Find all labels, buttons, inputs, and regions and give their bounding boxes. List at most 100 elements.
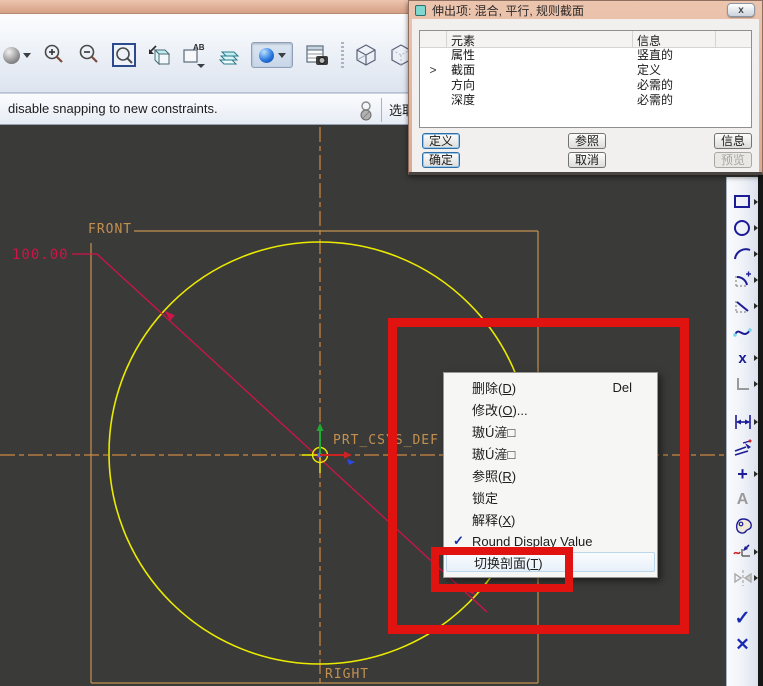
chamfer-tool-button[interactable]	[728, 293, 758, 319]
refit-icon	[111, 42, 137, 68]
rectangle-tool-button[interactable]	[728, 189, 758, 215]
dropdown-caret-icon[interactable]	[278, 53, 286, 58]
flyout-arrow-icon[interactable]	[754, 277, 758, 283]
header-info: 信息	[632, 31, 716, 47]
layers-button[interactable]	[216, 42, 242, 68]
menu-item-lock[interactable]: 锁定	[445, 486, 656, 508]
csys-tool-icon	[732, 374, 754, 394]
menu-item-references[interactable]: 参照(R)	[445, 464, 656, 486]
fillet-icon	[732, 270, 754, 290]
arc-tool-button[interactable]	[728, 241, 758, 267]
layers-icon	[216, 42, 242, 68]
flyout-arrow-icon[interactable]	[754, 549, 758, 555]
toolbar-separator	[341, 42, 344, 68]
ok-button[interactable]: 确定	[422, 152, 460, 168]
dimension-arrowhead	[164, 311, 175, 321]
flyout-arrow-icon[interactable]	[754, 419, 758, 425]
application-window: AB	[0, 0, 763, 686]
view-manager-icon	[303, 42, 331, 68]
dimension-tool-button[interactable]	[728, 409, 758, 435]
table-row[interactable]: 属性 竖直的	[420, 48, 751, 63]
dropdown-caret-icon[interactable]	[23, 53, 31, 58]
flyout-arrow-icon[interactable]	[754, 251, 758, 257]
status-separator	[381, 98, 382, 122]
refit-button[interactable]	[111, 42, 137, 68]
menu-item-garbled-2[interactable]: 璈Ú滻□	[445, 442, 656, 464]
dialog-icon	[415, 5, 426, 16]
trim-tool-button[interactable]	[728, 539, 758, 565]
spline-icon	[732, 322, 754, 342]
menu-item-garbled-1[interactable]: 璈Ú滻□	[445, 420, 656, 442]
right-datum-label[interactable]: RIGHT	[325, 667, 369, 682]
zoom-out-icon	[77, 43, 101, 67]
text-tool-icon: A	[737, 492, 749, 508]
spin-center-sphere-button[interactable]	[2, 42, 32, 68]
info-button[interactable]: 信息	[714, 133, 752, 149]
appearance-ball-icon	[259, 48, 274, 63]
fillet-tool-button[interactable]	[728, 267, 758, 293]
coordinate-system-tool-button[interactable]	[728, 371, 758, 397]
dimension-value[interactable]: 100.00	[12, 247, 69, 263]
quit-x-icon: ✕	[735, 636, 749, 653]
divide-tool-button[interactable]: +	[728, 461, 758, 487]
mirror-icon	[732, 568, 754, 588]
svg-text:AB: AB	[193, 43, 205, 52]
preview-button: 预览	[714, 152, 752, 168]
dialog-body: 元素 信息 属性 竖直的 > 截面 定义 方向 必需的	[412, 19, 759, 172]
front-datum-label[interactable]: FRONT	[88, 222, 132, 237]
table-row[interactable]: > 截面 定义	[420, 63, 751, 78]
menu-item-modify[interactable]: 修改(O)...	[445, 398, 656, 420]
trim-icon	[732, 542, 754, 562]
point-tool-button[interactable]: x	[728, 345, 758, 371]
dialog-titlebar[interactable]: 伸出项: 混合, 平行, 规则截面 x	[409, 1, 762, 19]
wireframe-icon	[354, 43, 378, 67]
define-button[interactable]: 定义	[422, 133, 460, 149]
appearance-button[interactable]	[251, 42, 293, 68]
zoom-out-button[interactable]	[76, 42, 102, 68]
rename-icon: AB	[181, 42, 207, 68]
feature-dialog: 伸出项: 混合, 平行, 规则截面 x 元素 信息 属性 竖直的 > 截面 定义	[408, 0, 763, 175]
sketcher-toolbar: x +	[726, 177, 758, 686]
spline-tool-button[interactable]	[728, 319, 758, 345]
quit-button[interactable]: ✕	[728, 631, 758, 657]
plus-icon: +	[737, 465, 748, 483]
modify-icon	[732, 438, 754, 458]
text-tool-button[interactable]: A	[728, 487, 758, 513]
done-button[interactable]: ✓	[728, 605, 758, 631]
flyout-arrow-icon[interactable]	[754, 355, 758, 361]
zoom-in-button[interactable]	[41, 42, 67, 68]
table-row[interactable]: 方向 必需的	[420, 78, 751, 93]
view-manager-button[interactable]	[302, 42, 332, 68]
flyout-arrow-icon[interactable]	[754, 303, 758, 309]
sphere-icon	[3, 47, 20, 64]
dialog-title: 伸出项: 混合, 平行, 规则截面	[432, 2, 584, 19]
close-button[interactable]: x	[727, 3, 755, 17]
table-row[interactable]: 深度 必需的	[420, 93, 751, 108]
mirror-tool-button[interactable]	[728, 565, 758, 591]
zoom-in-icon	[42, 43, 66, 67]
snap-ball-icon[interactable]	[358, 98, 374, 122]
flyout-arrow-icon[interactable]	[754, 471, 758, 477]
repaint-button[interactable]	[146, 42, 172, 68]
menu-shortcut: Del	[612, 380, 646, 395]
rename-button[interactable]: AB	[181, 42, 207, 68]
flyout-arrow-icon[interactable]	[754, 381, 758, 387]
wireframe-display-button[interactable]	[353, 42, 379, 68]
rectangle-icon	[732, 192, 754, 212]
flyout-arrow-icon[interactable]	[754, 225, 758, 231]
circle-tool-button[interactable]	[728, 215, 758, 241]
window-right-edge	[758, 175, 763, 686]
cancel-button[interactable]: 取消	[568, 152, 606, 168]
references-button[interactable]: 参照	[568, 133, 606, 149]
menu-item-delete[interactable]: 删除(D) Del	[445, 376, 656, 398]
menu-item-explain[interactable]: 解释(X)	[445, 508, 656, 530]
current-row-marker: >	[420, 63, 446, 78]
arc-icon	[732, 244, 754, 264]
modify-tool-button[interactable]	[728, 435, 758, 461]
menu-highlight-rectangle	[431, 547, 573, 592]
flyout-arrow-icon[interactable]	[754, 199, 758, 205]
circle-icon	[732, 218, 754, 238]
palette-tool-button[interactable]	[728, 513, 758, 539]
flyout-arrow-icon[interactable]	[754, 575, 758, 581]
done-check-icon: ✓	[735, 609, 751, 628]
